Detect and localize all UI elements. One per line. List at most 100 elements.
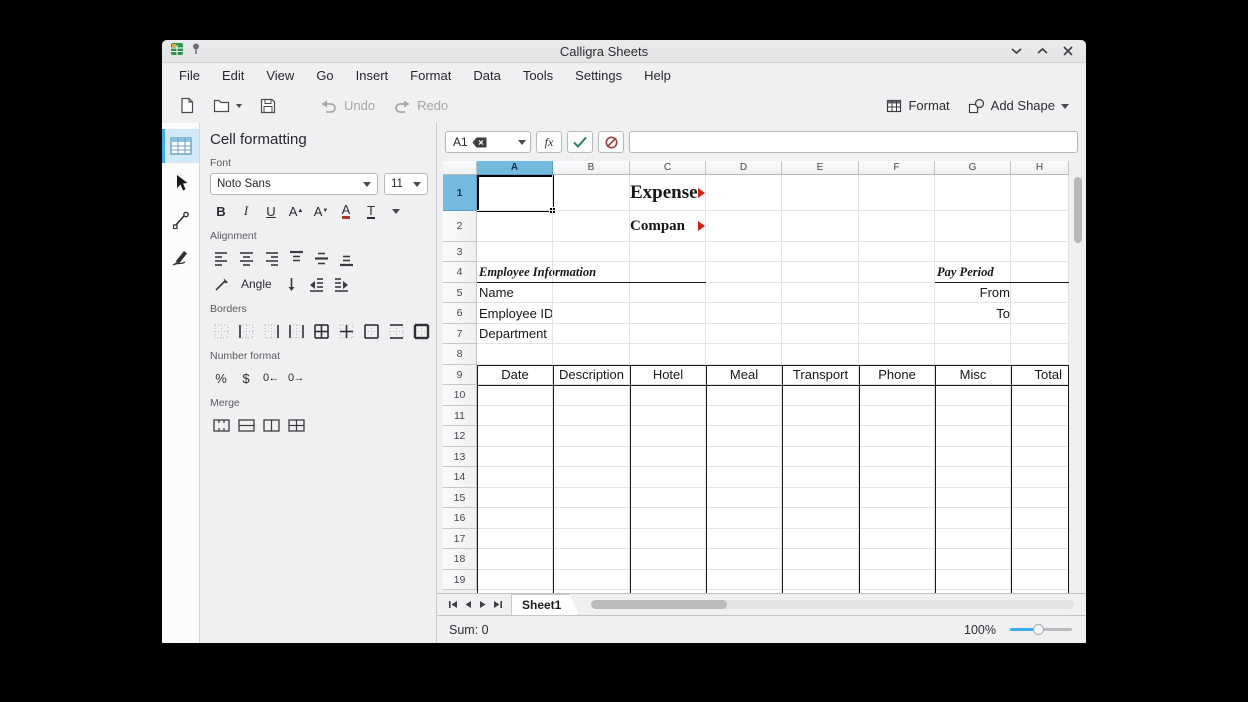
undo-button[interactable]: Undo xyxy=(313,93,382,119)
border-left-right-icon[interactable] xyxy=(285,321,307,341)
indent-decrease-icon[interactable] xyxy=(306,274,328,294)
menu-help[interactable]: Help xyxy=(633,65,682,86)
row-header-11[interactable]: 11 xyxy=(443,406,477,426)
menu-format[interactable]: Format xyxy=(399,65,462,86)
cell-reference-box[interactable]: A1 xyxy=(445,131,531,153)
currency-format-icon[interactable]: $ xyxy=(235,368,257,388)
column-header-G[interactable]: G xyxy=(935,161,1011,175)
border-outer-icon[interactable] xyxy=(360,321,382,341)
border-right-icon[interactable] xyxy=(260,321,282,341)
bold-icon[interactable]: B xyxy=(210,201,232,221)
add-shape-button[interactable]: Add Shape xyxy=(961,93,1076,119)
rotate-text-icon[interactable] xyxy=(210,274,232,294)
cell-tool-button[interactable] xyxy=(162,129,199,163)
row-header-9[interactable]: 9 xyxy=(443,365,477,385)
select-all-corner[interactable] xyxy=(443,161,477,175)
border-outer-thick-icon[interactable] xyxy=(410,321,432,341)
vertical-scrollbar[interactable] xyxy=(1072,175,1084,593)
zoom-slider[interactable] xyxy=(1010,628,1072,631)
horizontal-scrollbar[interactable] xyxy=(591,600,1074,609)
row-header-19[interactable]: 19 xyxy=(443,570,477,590)
line-tool-button[interactable] xyxy=(162,203,199,237)
row-header-18[interactable]: 18 xyxy=(443,549,477,570)
cell-C1[interactable]: Expense xyxy=(630,175,705,211)
new-document-button[interactable] xyxy=(172,93,202,119)
redo-button[interactable]: Redo xyxy=(386,93,455,119)
cell-A6[interactable]: Employee ID xyxy=(479,303,553,324)
menu-tools[interactable]: Tools xyxy=(512,65,564,86)
row-header-13[interactable]: 13 xyxy=(443,447,477,467)
border-none-icon[interactable] xyxy=(210,321,232,341)
row-header-1[interactable]: 1 xyxy=(443,175,477,211)
cell-H9[interactable]: Total xyxy=(1011,365,1068,385)
last-sheet-button[interactable] xyxy=(490,597,505,613)
column-header-E[interactable]: E xyxy=(782,161,859,175)
next-sheet-button[interactable] xyxy=(475,597,490,613)
pin-icon[interactable] xyxy=(190,42,202,60)
sheet-cells-area[interactable]: Expense Compan Employee Information Pay … xyxy=(477,175,1069,593)
row-header-8[interactable]: 8 xyxy=(443,344,477,365)
minimize-button[interactable] xyxy=(1006,42,1026,60)
align-top-icon[interactable] xyxy=(285,248,307,268)
cell-B9[interactable]: Description xyxy=(553,365,630,385)
row-header-2[interactable]: 2 xyxy=(443,211,477,242)
border-top-bottom-icon[interactable] xyxy=(385,321,407,341)
accept-button[interactable] xyxy=(567,131,593,153)
row-header-17[interactable]: 17 xyxy=(443,529,477,549)
cell-G9[interactable]: Misc xyxy=(935,365,1011,385)
text-style-icon[interactable]: T xyxy=(360,201,382,221)
sheet-tab[interactable]: Sheet1 xyxy=(511,594,579,616)
cell-C2[interactable]: Compan xyxy=(630,211,705,242)
align-bottom-icon[interactable] xyxy=(335,248,357,268)
row-header-12[interactable]: 12 xyxy=(443,426,477,447)
cell-G6[interactable]: To xyxy=(935,303,1010,324)
menu-settings[interactable]: Settings xyxy=(564,65,633,86)
split-cells-icon[interactable] xyxy=(285,415,307,435)
menu-edit[interactable]: Edit xyxy=(211,65,255,86)
close-button[interactable] xyxy=(1058,42,1078,60)
maximize-button[interactable] xyxy=(1032,42,1052,60)
cell-E9[interactable]: Transport xyxy=(782,365,859,385)
first-sheet-button[interactable] xyxy=(445,597,460,613)
horizontal-scrollbar-thumb[interactable] xyxy=(591,600,727,609)
vertical-scrollbar-thumb[interactable] xyxy=(1074,177,1082,243)
menu-data[interactable]: Data xyxy=(462,65,511,86)
column-header-D[interactable]: D xyxy=(706,161,782,175)
align-middle-icon[interactable] xyxy=(310,248,332,268)
zoom-slider-handle[interactable] xyxy=(1033,624,1044,635)
increase-precision-icon[interactable]: 0→ xyxy=(285,368,307,388)
row-header-16[interactable]: 16 xyxy=(443,508,477,529)
merge-vertically-icon[interactable] xyxy=(260,415,282,435)
font-color-icon[interactable]: A xyxy=(335,201,357,221)
row-header-15[interactable]: 15 xyxy=(443,488,477,508)
cell-A4[interactable]: Employee Information xyxy=(479,262,596,283)
indent-increase-icon[interactable] xyxy=(331,274,353,294)
cell-C9[interactable]: Hotel xyxy=(630,365,706,385)
format-button[interactable]: Format xyxy=(879,93,956,119)
font-size-select[interactable]: 11 xyxy=(384,173,428,195)
open-document-button[interactable] xyxy=(206,93,249,119)
row-header-3[interactable]: 3 xyxy=(443,242,477,262)
menu-insert[interactable]: Insert xyxy=(345,65,400,86)
vertical-text-icon[interactable] xyxy=(281,274,303,294)
row-header-5[interactable]: 5 xyxy=(443,283,477,303)
pen-tool-button[interactable] xyxy=(162,240,199,274)
cancel-button[interactable] xyxy=(598,131,624,153)
formula-input[interactable] xyxy=(629,131,1078,153)
border-inner-icon[interactable] xyxy=(335,321,357,341)
cell-F9[interactable]: Phone xyxy=(859,365,935,385)
cell-A7[interactable]: Department xyxy=(479,324,547,344)
column-header-F[interactable]: F xyxy=(859,161,935,175)
row-header-4[interactable]: 4 xyxy=(443,262,477,283)
align-left-icon[interactable] xyxy=(210,248,232,268)
cell-D9[interactable]: Meal xyxy=(706,365,782,385)
formula-fx-button[interactable]: fx xyxy=(536,131,562,153)
menu-file[interactable]: File xyxy=(168,65,211,86)
increase-font-size-icon[interactable]: A▲ xyxy=(285,201,307,221)
border-left-icon[interactable] xyxy=(235,321,257,341)
column-header-A[interactable]: A xyxy=(477,161,553,175)
italic-icon[interactable]: I xyxy=(235,201,257,221)
row-header-10[interactable]: 10 xyxy=(443,385,477,406)
save-button[interactable] xyxy=(253,93,283,119)
menu-go[interactable]: Go xyxy=(305,65,344,86)
